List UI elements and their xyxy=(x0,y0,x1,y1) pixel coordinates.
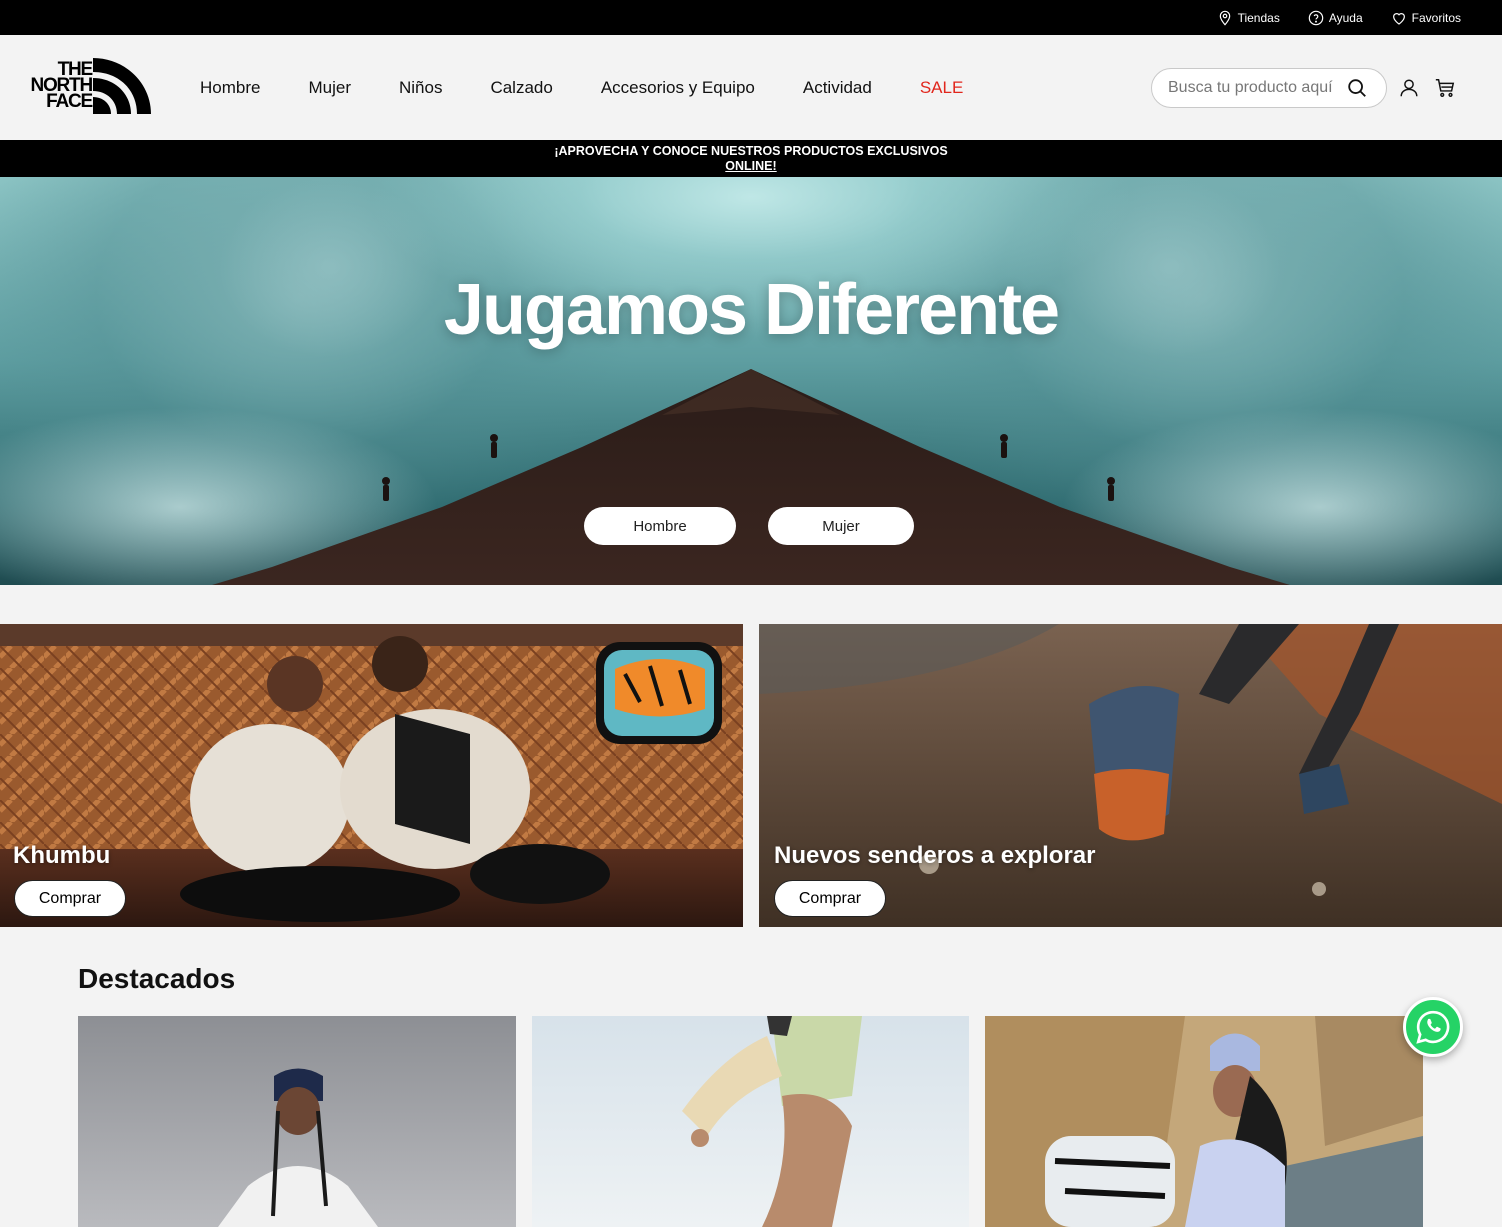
nav-item-hombre[interactable]: Hombre xyxy=(200,78,260,98)
user-account-icon[interactable] xyxy=(1398,77,1420,99)
promo-banner: ¡APROVECHA Y CONOCE NUESTROS PRODUCTOS E… xyxy=(0,140,1502,177)
help-circle-icon xyxy=(1308,10,1324,25)
featured-tile[interactable] xyxy=(985,1016,1423,1227)
featured-tile[interactable] xyxy=(78,1016,516,1227)
main-nav: Hombre Mujer Niños Calzado Accesorios y … xyxy=(200,78,963,98)
nav-item-ninos[interactable]: Niños xyxy=(399,78,442,98)
featured-tile[interactable] xyxy=(532,1016,969,1227)
nav-item-actividad[interactable]: Actividad xyxy=(803,78,872,98)
whatsapp-chat-button[interactable] xyxy=(1403,997,1463,1057)
stores-label: Tiendas xyxy=(1237,10,1280,25)
heart-icon xyxy=(1392,12,1405,25)
help-label: Ayuda xyxy=(1328,10,1363,25)
location-pin-icon xyxy=(1219,10,1230,26)
hero-banner: Jugamos Diferente Hombre Mujer xyxy=(0,177,1502,585)
half-dome-logo-icon xyxy=(93,57,151,114)
promo-text: ¡APROVECHA Y CONOCE NUESTROS PRODUCTOS E… xyxy=(554,144,948,158)
hero-mountain-image xyxy=(212,177,1290,585)
promo-card-khumbu[interactable]: Khumbu Comprar xyxy=(0,624,743,927)
khumbu-shop-button[interactable]: Comprar xyxy=(14,880,126,917)
search-box xyxy=(1151,68,1387,108)
brand-logo[interactable]: THE NORTH FACE xyxy=(30,57,151,114)
site-header: THE NORTH FACE Hombre Mujer Niños Calzad… xyxy=(0,35,1502,140)
shopping-cart-icon[interactable] xyxy=(1434,77,1456,99)
logo-line: FACE xyxy=(46,90,93,112)
card-title: Nuevos senderos a explorar xyxy=(774,842,1096,869)
search-input[interactable] xyxy=(1168,79,1340,97)
whatsapp-icon xyxy=(1416,1010,1450,1044)
hero-title: Jugamos Diferente xyxy=(443,270,1060,350)
stores-link[interactable]: Tiendas xyxy=(1217,10,1280,26)
featured-image-2 xyxy=(532,1016,969,1227)
featured-title: Destacados xyxy=(78,963,236,994)
logo-wordmark: THE NORTH FACE xyxy=(30,60,93,112)
nav-item-accesorios[interactable]: Accesorios y Equipo xyxy=(601,78,755,98)
nav-item-mujer[interactable]: Mujer xyxy=(308,78,351,98)
featured-image-1 xyxy=(78,1016,516,1227)
hero-hombre-button[interactable]: Hombre xyxy=(584,507,736,545)
promo-link[interactable]: ONLINE! xyxy=(725,159,776,173)
utility-bar: Tiendas Ayuda Favoritos xyxy=(0,0,1502,35)
featured-image-3 xyxy=(985,1016,1423,1227)
favorites-label: Favoritos xyxy=(1411,10,1461,25)
search-icon[interactable] xyxy=(1346,77,1368,99)
card-title: Khumbu xyxy=(13,842,111,869)
trail-shop-button[interactable]: Comprar xyxy=(774,880,886,917)
promo-card-trail[interactable]: Nuevos senderos a explorar Comprar xyxy=(759,624,1502,927)
hero-mujer-button[interactable]: Mujer xyxy=(768,507,914,545)
help-link[interactable]: Ayuda xyxy=(1308,10,1363,26)
favorites-link[interactable]: Favoritos xyxy=(1391,10,1461,26)
nav-item-calzado[interactable]: Calzado xyxy=(490,78,552,98)
nav-item-sale[interactable]: SALE xyxy=(920,78,963,98)
